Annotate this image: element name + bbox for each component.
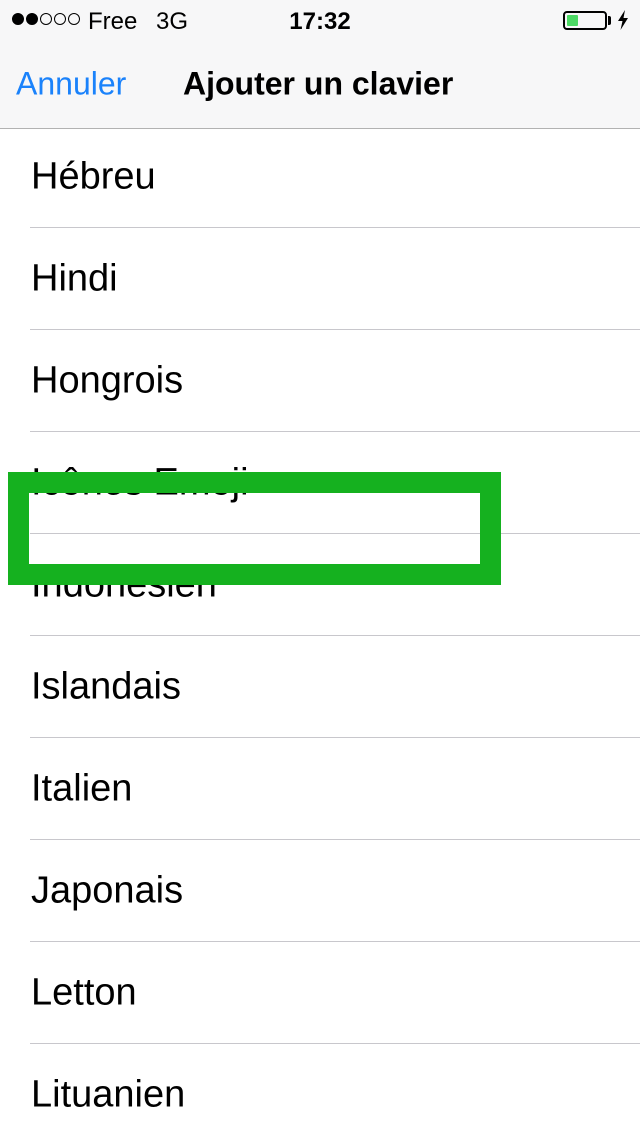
list-item-label: Hébreu bbox=[31, 155, 156, 198]
list-item-label: Icônes Emoji bbox=[31, 461, 249, 504]
status-time: 17:32 bbox=[289, 8, 351, 35]
list-item[interactable]: Lituanien bbox=[0, 1044, 640, 1136]
list-item-label: Lituanien bbox=[31, 1073, 186, 1116]
list-item[interactable]: Islandais bbox=[0, 636, 640, 738]
list-item[interactable]: Letton bbox=[0, 942, 640, 1044]
battery-level-fill bbox=[567, 15, 578, 26]
charging-bolt-icon bbox=[618, 10, 628, 30]
list-item-label: Japonais bbox=[31, 869, 184, 912]
list-item[interactable]: Hongrois bbox=[0, 330, 640, 432]
list-item[interactable]: Indonésien bbox=[0, 534, 640, 636]
page-title: Ajouter un clavier bbox=[183, 65, 454, 102]
list-item[interactable]: Italien bbox=[0, 738, 640, 840]
top-bar: Free 3G 17:32 Annuler Ajouter un clavier bbox=[0, 0, 640, 129]
list-item-label: Hindi bbox=[31, 257, 118, 300]
list-item-label: Indonésien bbox=[31, 563, 217, 606]
list-item[interactable]: Icônes Emoji bbox=[0, 432, 640, 534]
list-item-label: Italien bbox=[31, 767, 133, 810]
cancel-button[interactable]: Annuler bbox=[16, 66, 126, 103]
keyboard-language-list[interactable]: HawaïenHébreuHindiHongroisIcônes EmojiIn… bbox=[0, 0, 640, 1136]
list-item[interactable]: Hébreu bbox=[0, 126, 640, 228]
navigation-bar: Annuler Ajouter un clavier bbox=[0, 40, 640, 128]
list-item-label: Letton bbox=[31, 971, 137, 1014]
list-item[interactable]: Japonais bbox=[0, 840, 640, 942]
battery-tip bbox=[608, 16, 611, 25]
status-bar: Free 3G 17:32 bbox=[0, 0, 640, 40]
list-item-label: Hongrois bbox=[31, 359, 184, 402]
list-item[interactable]: Hindi bbox=[0, 228, 640, 330]
battery-icon bbox=[563, 11, 607, 30]
list-item-label: Islandais bbox=[31, 665, 181, 708]
